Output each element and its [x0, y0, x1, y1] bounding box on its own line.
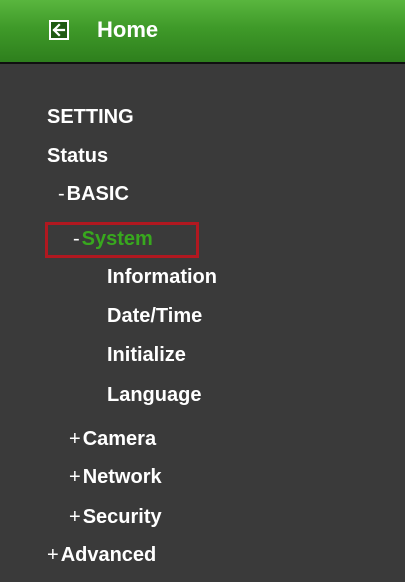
menu-item-network-label: Network	[82, 466, 162, 488]
menu-item-system-label: System	[81, 228, 153, 250]
menu-item-advanced[interactable]: + Advanced	[47, 543, 156, 567]
menu-item-setting[interactable]: SETTING	[47, 105, 134, 129]
header-bar: Home	[0, 0, 405, 64]
home-link[interactable]: Home	[97, 16, 158, 44]
menu-item-system[interactable]: - System	[73, 227, 153, 251]
menu-item-security[interactable]: + Security	[69, 505, 162, 529]
menu-item-information[interactable]: Information	[107, 265, 217, 289]
menu-item-security-label: Security	[82, 506, 162, 528]
back-arrow-icon[interactable]	[49, 20, 69, 40]
menu-item-advanced-label: Advanced	[60, 544, 157, 566]
menu-item-network[interactable]: + Network	[69, 465, 162, 489]
menu-item-basic[interactable]: - BASIC	[58, 182, 129, 206]
menu-item-basic-label: BASIC	[66, 183, 129, 205]
expand-marker: +	[69, 428, 81, 450]
collapse-marker: -	[73, 228, 80, 250]
sidebar-frame: Home SETTING Status - BASIC - System Infor…	[0, 0, 405, 582]
menu-item-camera[interactable]: + Camera	[69, 427, 156, 451]
collapse-marker: -	[58, 183, 65, 205]
menu-item-status[interactable]: Status	[47, 144, 108, 168]
menu-item-initialize[interactable]: Initialize	[107, 343, 186, 367]
expand-marker: +	[69, 466, 81, 488]
expand-marker: +	[69, 506, 81, 528]
menu-item-date-time[interactable]: Date/Time	[107, 304, 202, 328]
menu-item-camera-label: Camera	[82, 428, 157, 450]
expand-marker: +	[47, 544, 59, 566]
menu-item-language[interactable]: Language	[107, 383, 201, 407]
